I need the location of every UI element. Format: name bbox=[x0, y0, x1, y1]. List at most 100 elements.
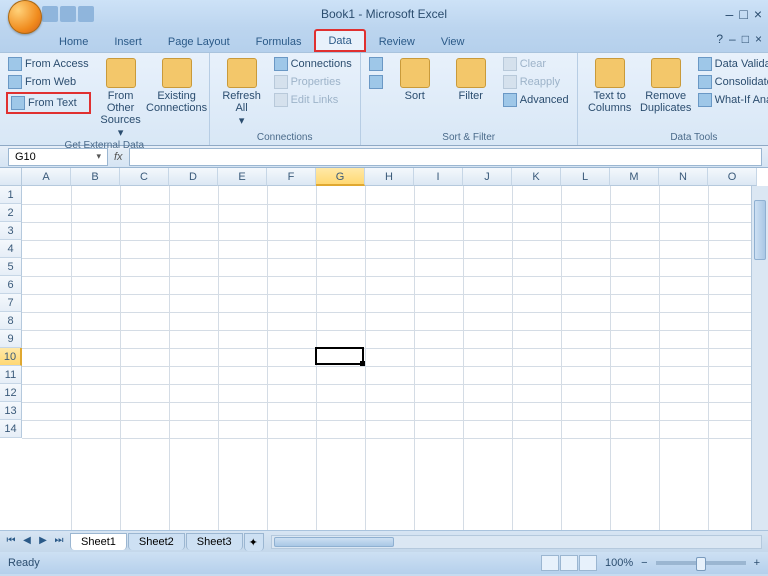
maximize-button[interactable]: □ bbox=[739, 6, 747, 22]
undo-icon[interactable] bbox=[60, 6, 76, 22]
column-header[interactable]: E bbox=[218, 168, 267, 186]
column-header[interactable]: I bbox=[414, 168, 463, 186]
selected-cell[interactable] bbox=[315, 347, 364, 365]
sort-az-button[interactable] bbox=[367, 56, 385, 72]
filter-icon bbox=[456, 58, 486, 88]
column-header[interactable]: G bbox=[316, 168, 365, 186]
office-button[interactable] bbox=[8, 0, 42, 34]
row-header[interactable]: 9 bbox=[0, 330, 22, 348]
edit-links-button[interactable]: Edit Links bbox=[272, 92, 354, 108]
row-header[interactable]: 8 bbox=[0, 312, 22, 330]
sheet-tab-3[interactable]: Sheet3 bbox=[186, 533, 243, 550]
scrollbar-thumb[interactable] bbox=[274, 537, 394, 547]
filter-button[interactable]: Filter bbox=[445, 56, 497, 102]
row-header[interactable]: 10 bbox=[0, 348, 22, 366]
zoom-out-button[interactable]: − bbox=[641, 557, 647, 569]
row-header[interactable]: 5 bbox=[0, 258, 22, 276]
zoom-level[interactable]: 100% bbox=[605, 557, 633, 569]
vertical-scrollbar[interactable] bbox=[751, 186, 768, 530]
row-header[interactable]: 6 bbox=[0, 276, 22, 294]
advanced-icon bbox=[503, 93, 517, 107]
row-header[interactable]: 4 bbox=[0, 240, 22, 258]
existing-connections-button[interactable]: Existing Connections bbox=[151, 56, 203, 114]
normal-view-button[interactable] bbox=[541, 555, 559, 571]
tab-formulas[interactable]: Formulas bbox=[243, 31, 315, 52]
sheet-nav-last[interactable]: ⏭ bbox=[52, 535, 66, 549]
data-validation-button[interactable]: Data Validation▾ bbox=[696, 56, 768, 72]
sheet-nav-first[interactable]: ⏮ bbox=[4, 535, 18, 549]
tab-review[interactable]: Review bbox=[366, 31, 428, 52]
row-header[interactable]: 3 bbox=[0, 222, 22, 240]
text-to-columns-button[interactable]: Text to Columns bbox=[584, 56, 636, 114]
minimize-button[interactable]: – bbox=[726, 6, 734, 22]
from-access-button[interactable]: From Access bbox=[6, 56, 91, 72]
redo-icon[interactable] bbox=[78, 6, 94, 22]
row-header[interactable]: 13 bbox=[0, 402, 22, 420]
name-box[interactable]: G10▾ bbox=[8, 148, 108, 166]
sort-button[interactable]: Sort bbox=[389, 56, 441, 102]
select-all-corner[interactable] bbox=[0, 168, 22, 186]
column-header[interactable]: F bbox=[267, 168, 316, 186]
row-header[interactable]: 1 bbox=[0, 186, 22, 204]
column-header[interactable]: O bbox=[708, 168, 757, 186]
connections-button[interactable]: Connections bbox=[272, 56, 354, 72]
from-other-sources-button[interactable]: From Other Sources▾ bbox=[95, 56, 147, 139]
column-header[interactable]: B bbox=[71, 168, 120, 186]
row-header[interactable]: 2 bbox=[0, 204, 22, 222]
sheet-tab-1[interactable]: Sheet1 bbox=[70, 533, 127, 550]
column-header[interactable]: J bbox=[463, 168, 512, 186]
web-icon bbox=[8, 75, 22, 89]
connections-icon bbox=[274, 57, 288, 71]
column-header[interactable]: A bbox=[22, 168, 71, 186]
column-header[interactable]: K bbox=[512, 168, 561, 186]
row-header[interactable]: 12 bbox=[0, 384, 22, 402]
remove-duplicates-button[interactable]: Remove Duplicates bbox=[640, 56, 692, 114]
column-header[interactable]: D bbox=[169, 168, 218, 186]
close-button[interactable]: × bbox=[754, 6, 762, 22]
tab-insert[interactable]: Insert bbox=[101, 31, 155, 52]
column-header[interactable]: H bbox=[365, 168, 414, 186]
from-web-button[interactable]: From Web bbox=[6, 74, 91, 90]
row-header[interactable]: 11 bbox=[0, 366, 22, 384]
sheet-nav-next[interactable]: ▶ bbox=[36, 535, 50, 549]
row-header[interactable]: 14 bbox=[0, 420, 22, 438]
cells-area[interactable] bbox=[22, 186, 768, 530]
inner-close[interactable]: × bbox=[755, 32, 762, 46]
row-header[interactable]: 7 bbox=[0, 294, 22, 312]
zoom-slider[interactable] bbox=[656, 561, 746, 565]
remove-dup-icon bbox=[651, 58, 681, 88]
tab-home[interactable]: Home bbox=[46, 31, 101, 52]
text-icon bbox=[11, 96, 25, 110]
inner-restore[interactable]: □ bbox=[742, 32, 749, 46]
sort-za-button[interactable] bbox=[367, 74, 385, 90]
horizontal-scrollbar[interactable] bbox=[271, 535, 762, 549]
consolidate-button[interactable]: Consolidate bbox=[696, 74, 768, 90]
new-sheet-button[interactable]: ✦ bbox=[244, 533, 264, 551]
page-layout-view-button[interactable] bbox=[560, 555, 578, 571]
column-header[interactable]: M bbox=[610, 168, 659, 186]
advanced-button[interactable]: Advanced bbox=[501, 92, 571, 108]
column-header[interactable]: C bbox=[120, 168, 169, 186]
group-label: Connections bbox=[216, 131, 354, 144]
tab-data[interactable]: Data bbox=[314, 29, 365, 52]
scrollbar-thumb[interactable] bbox=[754, 200, 766, 260]
help-icon[interactable]: ? bbox=[716, 32, 723, 46]
properties-button[interactable]: Properties bbox=[272, 74, 354, 90]
column-header[interactable]: L bbox=[561, 168, 610, 186]
zoom-in-button[interactable]: + bbox=[754, 557, 760, 569]
formula-input[interactable] bbox=[129, 148, 762, 166]
refresh-all-button[interactable]: Refresh All▾ bbox=[216, 56, 268, 127]
from-text-button[interactable]: From Text bbox=[9, 95, 88, 111]
inner-minimize[interactable]: – bbox=[729, 32, 736, 46]
clear-button[interactable]: Clear bbox=[501, 56, 571, 72]
what-if-button[interactable]: What-If Analysis▾ bbox=[696, 92, 768, 108]
tab-page-layout[interactable]: Page Layout bbox=[155, 31, 243, 52]
save-icon[interactable] bbox=[42, 6, 58, 22]
page-break-view-button[interactable] bbox=[579, 555, 597, 571]
sheet-tab-2[interactable]: Sheet2 bbox=[128, 533, 185, 550]
reapply-button[interactable]: Reapply bbox=[501, 74, 571, 90]
tab-view[interactable]: View bbox=[428, 31, 478, 52]
fx-icon[interactable]: fx bbox=[114, 151, 123, 163]
column-header[interactable]: N bbox=[659, 168, 708, 186]
sheet-nav-prev[interactable]: ◀ bbox=[20, 535, 34, 549]
